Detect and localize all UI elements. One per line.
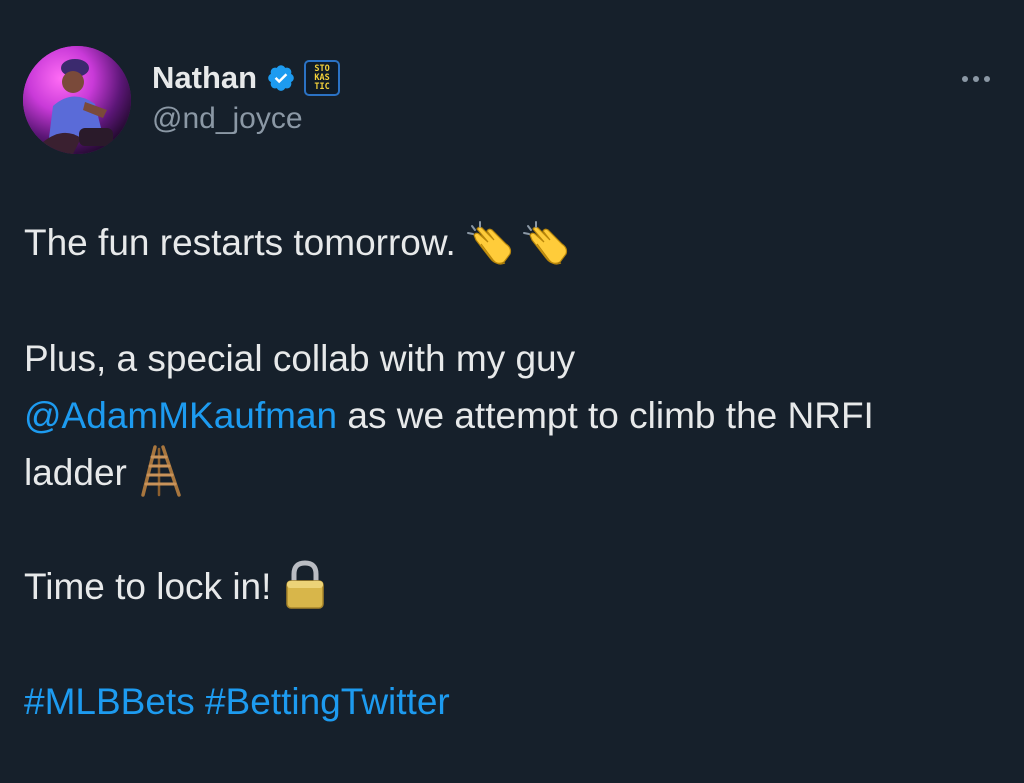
hashtag-link[interactable]: #MLBBets bbox=[24, 681, 195, 722]
tweet-text-line: #MLBBets #BettingTwitter bbox=[24, 673, 450, 731]
tweet-text: Plus, a special collab with my guy bbox=[24, 338, 576, 379]
tweet-text: Time to lock in! bbox=[24, 566, 272, 607]
tweet-text-line: The fun restarts tomorrow. bbox=[24, 214, 572, 272]
affiliation-badge[interactable]: STO KAS TIC bbox=[304, 60, 341, 96]
verified-badge-icon[interactable] bbox=[266, 63, 296, 93]
tweet-text-line: Time to lock in! bbox=[24, 558, 327, 616]
tweet-text: as we attempt to climb the NRFI bbox=[337, 395, 874, 436]
tweet-card: Nathan STO KAS TIC @nd_joyce The fun res… bbox=[0, 0, 1024, 783]
author-display-name[interactable]: Nathan bbox=[152, 60, 257, 96]
more-dot bbox=[973, 76, 979, 82]
more-dot bbox=[984, 76, 990, 82]
tweet-text-line: Plus, a special collab with my guy bbox=[24, 330, 575, 388]
lock-icon bbox=[283, 560, 327, 610]
tweet-text-line: @AdamMKaufman as we attempt to climb the… bbox=[24, 387, 874, 445]
mention-link[interactable]: @AdamMKaufman bbox=[24, 395, 337, 436]
clapping-hands-icon bbox=[466, 220, 516, 270]
author-handle[interactable]: @nd_joyce bbox=[152, 102, 303, 136]
more-options-button[interactable] bbox=[954, 64, 998, 94]
more-dot bbox=[962, 76, 968, 82]
affiliation-badge-line: TIC bbox=[314, 81, 330, 92]
avatar-image bbox=[23, 46, 131, 154]
hashtag-link[interactable]: #BettingTwitter bbox=[205, 681, 450, 722]
tweet-text: ladder bbox=[24, 452, 127, 493]
clapping-hands-icon bbox=[522, 220, 572, 270]
author-row: Nathan STO KAS TIC bbox=[152, 58, 341, 98]
tweet-text-line: ladder bbox=[24, 444, 183, 502]
ladder-icon bbox=[139, 445, 183, 497]
avatar[interactable] bbox=[23, 46, 131, 154]
tweet-text: The fun restarts tomorrow. bbox=[24, 222, 456, 263]
